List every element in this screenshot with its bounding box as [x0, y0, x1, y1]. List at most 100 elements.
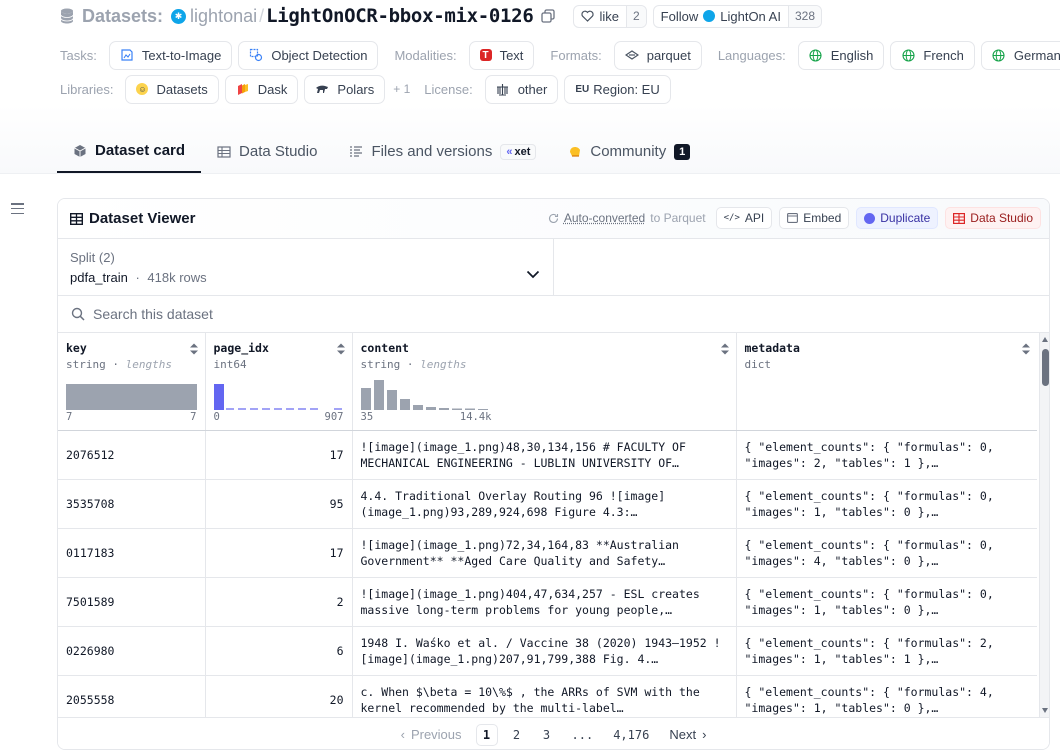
column-header-key[interactable]: key string · lengths 77: [58, 333, 206, 431]
table-row[interactable]: 0226980 6 1948 I. Waśko et al. / Vaccine…: [58, 626, 1037, 676]
page-button-2[interactable]: 2: [506, 724, 528, 746]
cell-metadata[interactable]: { "element_counts": { "formulas": 0, "im…: [736, 528, 1037, 578]
cell-content[interactable]: 1948 I. Waśko et al. / Vaccine 38 (2020)…: [352, 626, 737, 676]
repo-name[interactable]: LightOnOCR-bbox-mix-0126: [266, 5, 534, 27]
tab-label: Dataset card: [95, 142, 186, 159]
column-type-value: string: [360, 358, 401, 371]
table-row[interactable]: 2076512 17 ![image](image_1.png)48,30,13…: [58, 430, 1037, 480]
data-studio-button[interactable]: Data Studio: [945, 207, 1041, 229]
tag-german[interactable]: German: [980, 40, 1060, 70]
tag-label: Region: EU: [593, 81, 660, 97]
cell-page-idx[interactable]: 17: [205, 528, 353, 578]
table-row[interactable]: 7501589 2 ![image](image_1.png)404,47,63…: [58, 577, 1037, 627]
tab-data-studio[interactable]: Data Studio: [201, 130, 333, 173]
column-header-page-idx[interactable]: page_idx int64 0 907: [205, 333, 353, 431]
auto-converted-note[interactable]: Auto-converted to Parquet: [548, 211, 706, 225]
tag-label: Dask: [257, 81, 288, 97]
next-page-button[interactable]: Next ›: [663, 724, 712, 746]
page-button-3[interactable]: 3: [536, 724, 558, 746]
scrollbar-thumb[interactable]: [1042, 349, 1049, 386]
tag-label: English: [830, 47, 874, 63]
datasets-link[interactable]: Datasets:: [82, 6, 163, 27]
cell-content[interactable]: ![image](image_1.png)72,34,164,83 **Aust…: [352, 528, 737, 578]
tab-files-and-versions[interactable]: Files and versions «xet: [333, 130, 552, 173]
follower-count[interactable]: 328: [787, 5, 821, 27]
search-input[interactable]: [93, 302, 493, 326]
tab-dataset-card[interactable]: Dataset card: [57, 130, 202, 173]
embed-button[interactable]: Embed: [779, 207, 850, 229]
cell-metadata[interactable]: { "element_counts": { "formulas": 0, "im…: [736, 430, 1037, 480]
api-label: API: [744, 211, 765, 225]
table-scrollbar[interactable]: [1039, 333, 1049, 717]
menu-icon[interactable]: [11, 203, 24, 214]
sort-icon[interactable]: [1021, 342, 1031, 356]
cell-content[interactable]: 4.4. Traditional Overlay Routing 96 ![im…: [352, 479, 737, 529]
heart-icon: [581, 10, 595, 22]
sort-icon[interactable]: [720, 342, 730, 356]
column-header-metadata[interactable]: metadata dict: [736, 333, 1037, 431]
cell-page-idx[interactable]: 20: [205, 675, 353, 717]
follow-button[interactable]: Follow LightOn AI 328: [652, 4, 822, 28]
tag-region[interactable]: EU Region: EU: [564, 74, 671, 104]
cell-content[interactable]: ![image](image_1.png)48,30,134,156 # FAC…: [352, 430, 737, 480]
tag-text[interactable]: T Text: [468, 40, 535, 70]
tag-license[interactable]: other: [484, 74, 559, 104]
tag-dask[interactable]: Dask: [224, 74, 299, 104]
split-select[interactable]: Split (2) pdfa_train · 418k rows: [58, 239, 554, 296]
refresh-icon: [548, 213, 558, 223]
cell-key[interactable]: 2076512: [58, 430, 206, 480]
like-button-main[interactable]: like: [574, 6, 626, 27]
column-header-content[interactable]: content string · lengths 35 14.4k: [352, 333, 737, 431]
cell-content[interactable]: c. When $\beta = 10\%$ , the ARRs of SVM…: [352, 675, 737, 717]
tag-object-detection[interactable]: Object Detection: [238, 40, 379, 70]
cell-metadata[interactable]: { "element_counts": { "formulas": 0, "im…: [736, 577, 1037, 627]
scroll-up-icon[interactable]: [1042, 337, 1048, 342]
community-count-badge: 1: [674, 143, 691, 160]
cell-content-text: 4.4. Traditional Overlay Routing 96 ![im…: [360, 488, 666, 519]
pagination: ‹ Previous 1 2 3 ... 4,176 Next ›: [58, 717, 1049, 749]
page-button-1[interactable]: 1: [475, 723, 498, 746]
previous-page-button[interactable]: ‹ Previous: [395, 724, 468, 746]
to-parquet-text: to Parquet: [650, 211, 706, 225]
cell-content-text: ![image](image_1.png)404,47,634,257 - ES…: [360, 586, 700, 617]
tag-text-to-image[interactable]: Text-to-Image: [108, 40, 233, 70]
table-row[interactable]: 2055558 20 c. When $\beta = 10\%$ , the …: [58, 675, 1037, 717]
cell-page-idx[interactable]: 6: [205, 626, 353, 676]
cell-page-idx[interactable]: 2: [205, 577, 353, 627]
cell-key[interactable]: 7501589: [58, 577, 206, 627]
cell-page-idx[interactable]: 95: [205, 479, 353, 529]
code-icon: </>: [723, 213, 740, 223]
libraries-label: Libraries:: [60, 81, 114, 97]
cell-key[interactable]: 3535708: [58, 479, 206, 529]
cell-metadata[interactable]: { "element_counts": { "formulas": 0, "im…: [736, 479, 1037, 529]
org-link[interactable]: lightonai: [190, 6, 257, 27]
like-count[interactable]: 2: [625, 5, 646, 27]
tag-french[interactable]: French: [890, 40, 975, 70]
auto-converted-link[interactable]: Auto-converted: [564, 211, 645, 225]
duplicate-button[interactable]: Duplicate: [856, 207, 939, 229]
cell-key[interactable]: 2055558: [58, 675, 206, 717]
cell-key[interactable]: 0226980: [58, 626, 206, 676]
sort-icon[interactable]: [336, 342, 346, 356]
tag-polars[interactable]: Polars: [304, 74, 386, 104]
tab-community[interactable]: Community 1: [552, 130, 706, 173]
scroll-down-icon[interactable]: [1042, 708, 1048, 713]
follow-button-main[interactable]: Follow LightOn AI: [654, 6, 788, 27]
tag-parquet[interactable]: parquet: [613, 40, 702, 70]
page-button-last[interactable]: 4,176: [607, 724, 655, 746]
tag-datasets-lib[interactable]: ☺ Datasets: [125, 74, 219, 104]
like-button[interactable]: like 2: [573, 4, 647, 28]
cell-key[interactable]: 0117183: [58, 528, 206, 578]
sort-icon[interactable]: [189, 342, 199, 356]
histogram-bar: [66, 384, 197, 410]
api-button[interactable]: </> API: [715, 207, 773, 229]
cell-metadata[interactable]: { "element_counts": { "formulas": 4, "im…: [736, 675, 1037, 717]
cell-page-idx[interactable]: 17: [205, 430, 353, 480]
table-row[interactable]: 0117183 17 ![image](image_1.png)72,34,16…: [58, 528, 1037, 578]
copy-icon[interactable]: [541, 9, 556, 23]
table-row[interactable]: 3535708 95 4.4. Traditional Overlay Rout…: [58, 479, 1037, 529]
cell-content[interactable]: ![image](image_1.png)404,47,634,257 - ES…: [352, 577, 737, 627]
cell-metadata[interactable]: { "element_counts": { "formulas": 2, "im…: [736, 626, 1037, 676]
libraries-more[interactable]: + 1: [393, 82, 410, 96]
tag-english[interactable]: English: [797, 40, 885, 70]
